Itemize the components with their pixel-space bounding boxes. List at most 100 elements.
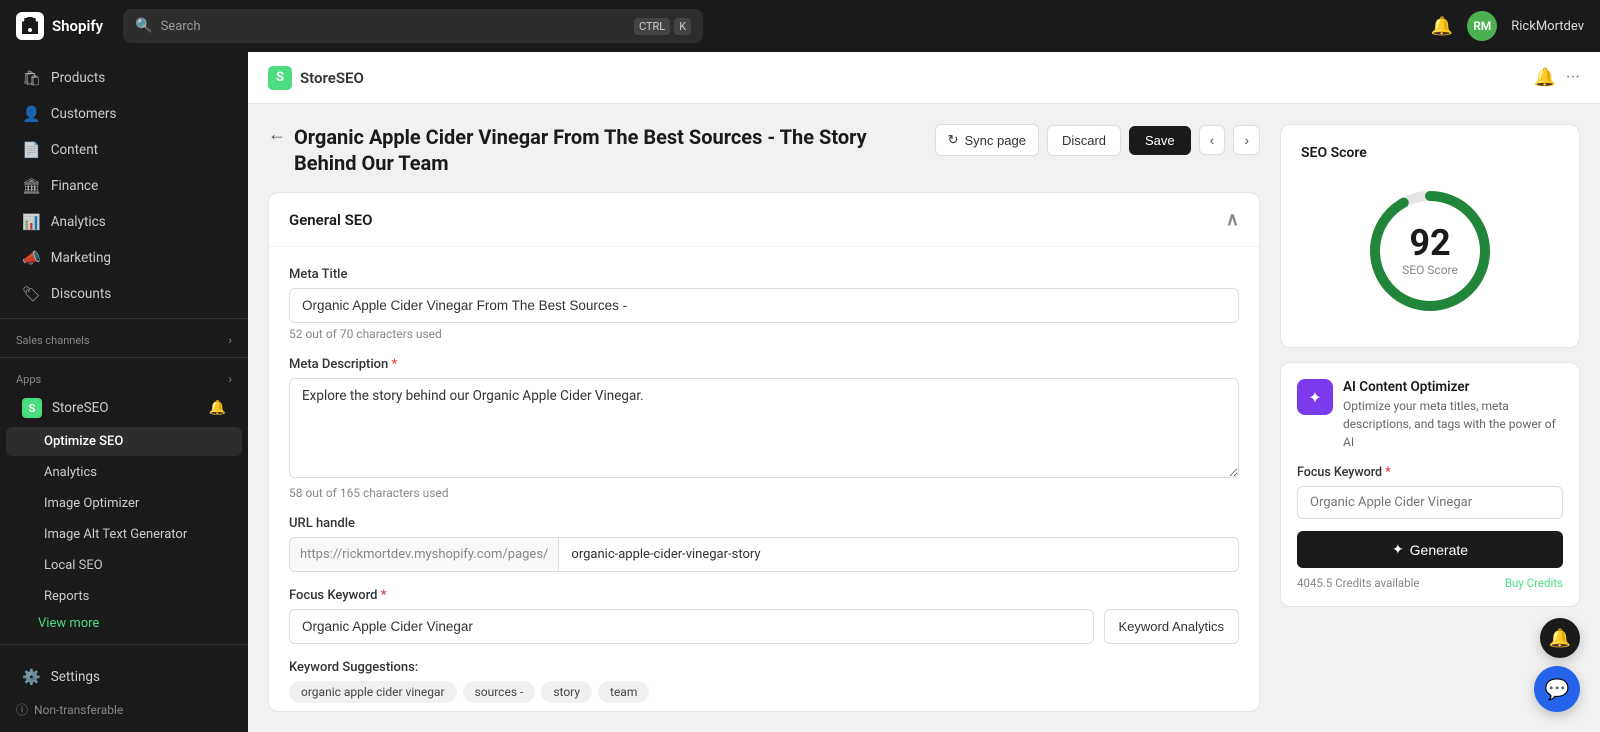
- sidebar-item-customers[interactable]: 👤 Customers: [6, 97, 242, 131]
- settings-icon: ⚙️: [22, 668, 41, 686]
- nav-next-button[interactable]: ›: [1233, 125, 1260, 155]
- keyword-row: Keyword Analytics: [289, 609, 1239, 644]
- url-handle-label: URL handle: [289, 516, 1239, 531]
- content-icon: 📄: [22, 141, 41, 159]
- view-more-link[interactable]: View more: [0, 612, 248, 635]
- ai-focus-keyword-input[interactable]: [1297, 486, 1563, 519]
- sidebar-item-content[interactable]: 📄 Content: [6, 133, 242, 167]
- shopify-logo[interactable]: Shopify: [16, 12, 103, 40]
- keyword-tag-2[interactable]: story: [541, 681, 592, 703]
- score-label: SEO Score: [1402, 263, 1458, 277]
- topnav-right: 🔔 RM RickMortdev: [1431, 11, 1584, 41]
- search-k-key: K: [674, 18, 691, 35]
- circle-icon: ⓘ: [16, 701, 28, 718]
- meta-title-char-count: 52 out of 70 characters used: [289, 327, 1239, 341]
- collapse-icon[interactable]: ∧: [1226, 209, 1239, 230]
- sales-channels-chevron[interactable]: ›: [228, 333, 232, 347]
- sidebar-item-finance[interactable]: 🏛 Finance: [6, 169, 242, 203]
- meta-description-textarea[interactable]: Explore the story behind our Organic App…: [289, 378, 1239, 478]
- content-area: S StoreSEO 🔔 ··· ← Organic Apple Cider V…: [248, 52, 1600, 732]
- search-placeholder: Search: [161, 19, 201, 34]
- ai-focus-keyword-label: Focus Keyword *: [1297, 465, 1563, 480]
- apps-chevron[interactable]: ›: [228, 372, 232, 386]
- ai-title: AI Content Optimizer: [1343, 379, 1563, 395]
- main-layout: 🛍 Products 👤 Customers 📄 Content 🏛 Finan…: [0, 52, 1600, 732]
- optimize-seo-label: Optimize SEO: [44, 434, 123, 449]
- buy-credits-link[interactable]: Buy Credits: [1505, 576, 1563, 590]
- sidebar-item-storeseo[interactable]: S StoreSEO 🔔: [6, 391, 242, 425]
- main-col: ← Organic Apple Cider Vinegar From The B…: [268, 124, 1260, 712]
- meta-title-field: Meta Title 52 out of 70 characters used: [289, 267, 1239, 341]
- sync-page-button[interactable]: ↻ Sync page: [935, 124, 1039, 156]
- storeseo-bell-icon[interactable]: 🔔: [209, 400, 226, 416]
- seo-card-header: General SEO ∧: [269, 193, 1259, 247]
- non-transferable-label: ⓘ Non-transferable: [0, 695, 248, 724]
- sidebar-item-products[interactable]: 🛍 Products: [6, 61, 242, 95]
- float-chat-button[interactable]: 💬: [1534, 666, 1580, 712]
- discounts-icon: 🏷: [22, 285, 41, 303]
- header-bell-icon[interactable]: 🔔: [1533, 67, 1555, 88]
- url-suffix-input[interactable]: [559, 538, 1238, 571]
- sidebar-item-label-discounts: Discounts: [51, 286, 111, 302]
- sidebar-item-label-products: Products: [51, 70, 105, 86]
- sub-analytics-label: Analytics: [44, 465, 97, 480]
- topnav: Shopify 🔍 Search CTRL K 🔔 RM RickMortdev: [0, 0, 1600, 52]
- sidebar-item-settings[interactable]: ⚙️ Settings: [6, 660, 242, 694]
- storeseo-app-icon: S: [22, 398, 42, 418]
- customers-icon: 👤: [22, 105, 41, 123]
- ai-card-header: ✦ AI Content Optimizer Optimize your met…: [1297, 379, 1563, 451]
- sidebar-sub-reports[interactable]: Reports: [6, 582, 242, 611]
- search-ctrl-key: CTRL: [634, 18, 670, 35]
- meta-description-label: Meta Description *: [289, 357, 1239, 372]
- sidebar-sub-optimize-seo[interactable]: Optimize SEO: [6, 427, 242, 456]
- focus-keyword-required: *: [381, 588, 387, 603]
- image-alt-label: Image Alt Text Generator: [44, 527, 187, 542]
- apps-label: Apps: [16, 373, 41, 386]
- url-field-wrap: https://rickmortdev.myshopify.com/pages/: [289, 537, 1239, 572]
- seo-score-card: SEO Score 92 SEO Score: [1280, 124, 1580, 348]
- avatar[interactable]: RM: [1467, 11, 1497, 41]
- meta-desc-required: *: [392, 357, 398, 372]
- shopify-bag-icon: [16, 12, 44, 40]
- sidebar-sub-image-optimizer[interactable]: Image Optimizer: [6, 489, 242, 518]
- storeseo-header-right: 🔔 ···: [1533, 67, 1580, 88]
- header-more-icon[interactable]: ···: [1566, 67, 1580, 88]
- sidebar-sub-analytics[interactable]: Analytics: [6, 458, 242, 487]
- back-arrow-icon[interactable]: ←: [268, 124, 286, 145]
- float-notify-button[interactable]: 🔔: [1540, 618, 1580, 658]
- search-bar[interactable]: 🔍 Search CTRL K: [123, 9, 703, 43]
- page-title: Organic Apple Cider Vinegar From The Bes…: [294, 124, 925, 176]
- generate-button[interactable]: ✦ Generate: [1297, 531, 1563, 568]
- storeseo-header-icon: S: [268, 66, 292, 90]
- sidebar-item-analytics[interactable]: 📊 Analytics: [6, 205, 242, 239]
- keyword-analytics-button[interactable]: Keyword Analytics: [1104, 609, 1240, 644]
- meta-title-label: Meta Title: [289, 267, 1239, 282]
- products-icon: 🛍: [22, 69, 41, 87]
- marketing-icon: 📣: [22, 249, 41, 267]
- meta-title-input[interactable]: [289, 288, 1239, 323]
- notification-bell-icon[interactable]: 🔔: [1431, 16, 1453, 37]
- storeseo-header-name: StoreSEO: [300, 69, 364, 87]
- nav-prev-button[interactable]: ‹: [1199, 125, 1226, 155]
- keyword-suggestions-section: Keyword Suggestions: organic apple cider…: [289, 660, 1239, 703]
- local-seo-label: Local SEO: [44, 558, 103, 573]
- keyword-tag-1[interactable]: sources -: [463, 681, 536, 703]
- sidebar-item-discounts[interactable]: 🏷 Discounts: [6, 277, 242, 311]
- ai-content-optimizer-card: ✦ AI Content Optimizer Optimize your met…: [1280, 362, 1580, 607]
- sidebar-sub-local-seo[interactable]: Local SEO: [6, 551, 242, 580]
- sidebar: 🛍 Products 👤 Customers 📄 Content 🏛 Finan…: [0, 52, 248, 732]
- sync-icon: ↻: [948, 132, 959, 148]
- keyword-tags: organic apple cider vinegar sources - st…: [289, 681, 1239, 703]
- keyword-suggestions-label: Keyword Suggestions:: [289, 660, 1239, 675]
- finance-icon: 🏛: [22, 177, 41, 195]
- seo-card-body: Meta Title 52 out of 70 characters used …: [269, 247, 1259, 712]
- sidebar-item-marketing[interactable]: 📣 Marketing: [6, 241, 242, 275]
- keyword-tag-0[interactable]: organic apple cider vinegar: [289, 681, 457, 703]
- sales-channels-label: Sales channels: [16, 334, 90, 347]
- save-button[interactable]: Save: [1129, 126, 1191, 155]
- keyword-tag-3[interactable]: team: [598, 681, 649, 703]
- sidebar-sub-image-alt[interactable]: Image Alt Text Generator: [6, 520, 242, 549]
- discard-button[interactable]: Discard: [1047, 125, 1121, 156]
- focus-keyword-input[interactable]: [289, 609, 1094, 644]
- search-icon: 🔍: [135, 18, 152, 34]
